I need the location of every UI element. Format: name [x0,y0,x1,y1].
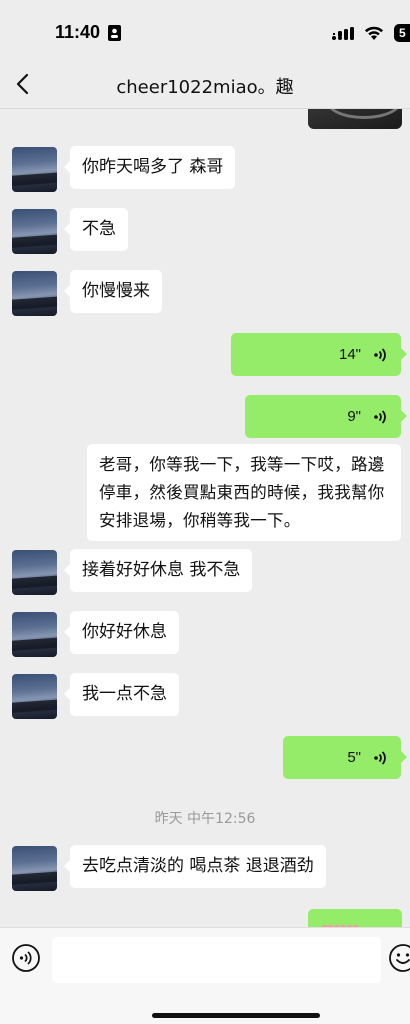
incoming-message[interactable]: 你好好休息 [64,611,179,654]
incoming-message[interactable]: 你昨天喝多了 森哥 [63,146,236,189]
outgoing-message-partial[interactable]: ❤❤❤ [308,909,402,927]
message-list[interactable]: 你昨天喝多了 森哥 不急 你慢慢来 14" 9" 老哥，你等我一下，我等一下哎， [0,109,410,927]
voice-duration: 14" [338,346,361,363]
chat-title: cheer1022miao。趣 [116,77,294,98]
voice-duration: 5" [347,749,361,766]
voice-wave-icon [374,409,386,424]
incoming-message[interactable]: 不急 [64,208,128,251]
incoming-message[interactable]: 我一点不急 [64,673,179,716]
battery-level: 5 [399,26,406,40]
voice-input-icon[interactable] [11,943,41,973]
image-message-thumbnail[interactable] [308,109,402,129]
wifi-icon [365,26,383,40]
nav-bar: cheer1022miao。趣 [0,60,410,109]
voice-wave-icon [374,347,386,362]
incoming-message[interactable]: 你慢慢来 [64,270,162,313]
cellular-signal-icon [332,27,354,40]
home-indicator [152,1013,320,1018]
message-input[interactable] [52,937,381,983]
chat-timestamp: 昨天 中午12:56 [154,811,256,827]
voice-wave-icon [374,750,386,765]
id-card-icon [108,25,121,41]
status-time: 11:40 [55,22,101,42]
outgoing-voice-message[interactable]: 9" [245,395,407,438]
contact-avatar[interactable] [12,612,57,657]
voice-duration: 9" [347,408,361,425]
battery-icon: 5 [394,24,410,42]
voice-transcript: 老哥，你等我一下，我等一下哎，路邊停車，然後買點東西的時候，我我幫你安排退場，你… [87,444,401,541]
outgoing-voice-message[interactable]: 5" [283,736,407,779]
chat-screen: 11:40 5 cheer1022miao。趣 你昨天喝多了 森哥 不急 你慢慢… [0,0,410,1024]
emoji-icon[interactable] [388,943,410,973]
contact-avatar[interactable] [12,846,57,891]
contact-avatar[interactable] [12,209,57,254]
incoming-message[interactable]: 去吃点清淡的 喝点茶 退退酒劲 [64,845,326,888]
status-bar: 11:40 5 [0,0,410,60]
heart-emoji: ❤❤❤ [321,920,359,927]
incoming-message[interactable]: 接着好好休息 我不急 [63,549,253,592]
contact-avatar[interactable] [12,147,57,192]
input-bar [0,927,410,1024]
contact-avatar[interactable] [12,271,57,316]
contact-avatar[interactable] [12,550,57,595]
outgoing-voice-message[interactable]: 14" [231,333,407,376]
contact-avatar[interactable] [12,674,57,719]
